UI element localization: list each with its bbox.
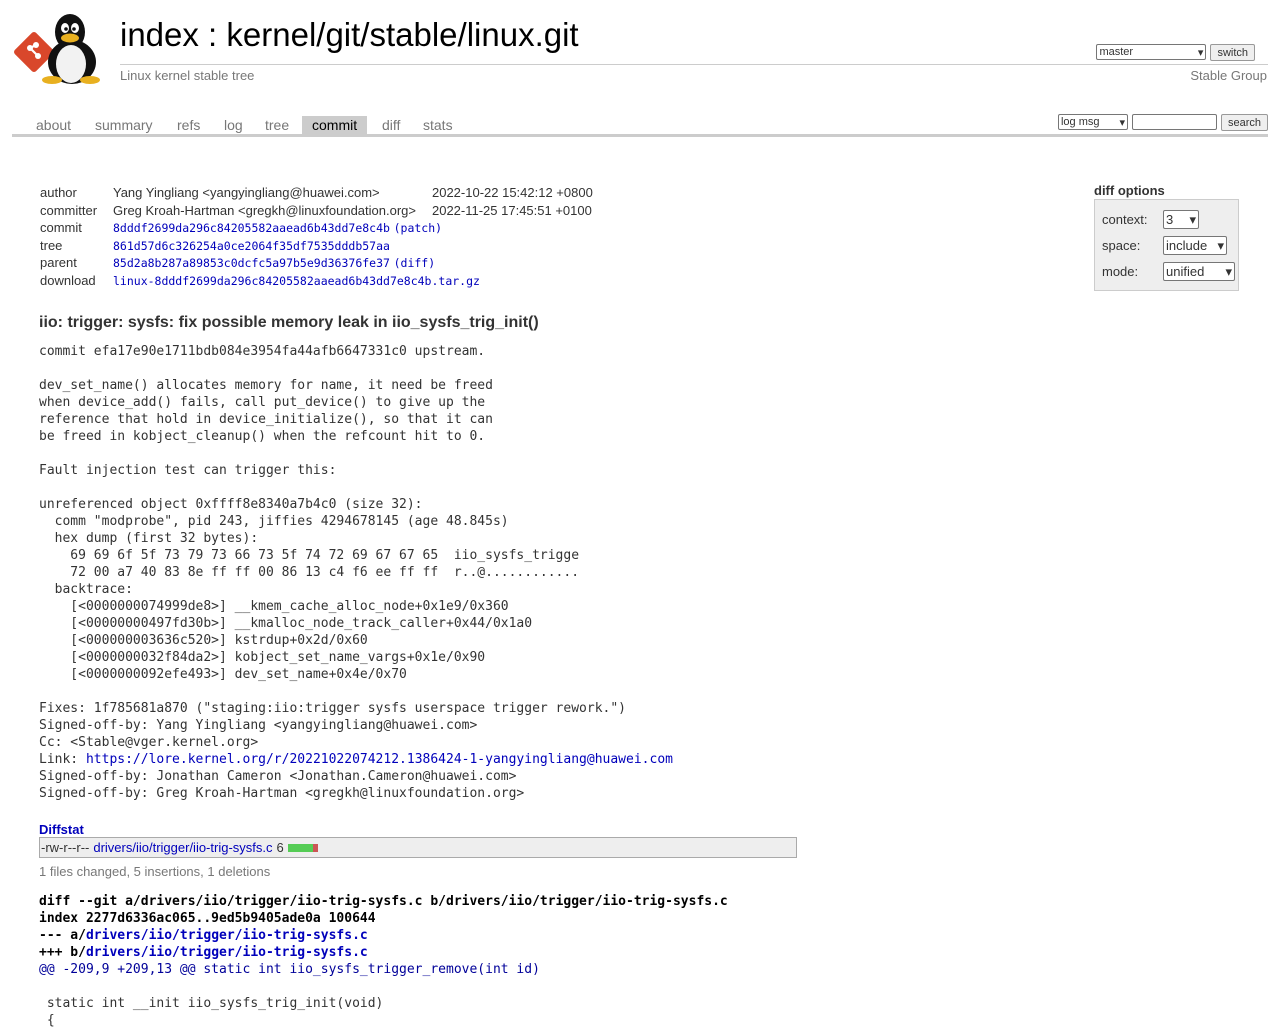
context-row: context: 3 ▾ bbox=[1102, 210, 1199, 229]
mode-value: unified bbox=[1166, 264, 1205, 279]
committer-label: committer bbox=[40, 202, 98, 218]
tab-tree[interactable]: tree bbox=[255, 116, 299, 134]
context-select[interactable]: 3 ▾ bbox=[1163, 210, 1199, 229]
diffstat-deletions-bar bbox=[312, 843, 318, 852]
commit-hash-link[interactable]: 8dddf2699da296c84205582aaead6b43dd7e8c4b bbox=[113, 221, 390, 235]
download-row: download linux-8dddf2699da296c84205582aa… bbox=[40, 272, 593, 290]
diffstat-table: -rw-r--r-- drivers/iio/trigger/iio-trig-… bbox=[39, 837, 797, 858]
diffstat-header[interactable]: Diffstat bbox=[39, 822, 84, 837]
chevron-down-icon: ▾ bbox=[1119, 116, 1125, 129]
search-button[interactable]: search bbox=[1220, 114, 1268, 131]
diff-minus-file-link[interactable]: drivers/iio/trigger/iio-trig-sysfs.c bbox=[86, 928, 368, 943]
branch-switch-form: master ▾ switch bbox=[1096, 44, 1255, 61]
diffstat-summary: 1 files changed, 5 insertions, 1 deletio… bbox=[39, 864, 271, 879]
tree-row: tree 861d57d6c326254a0ce2064f35df7535ddd… bbox=[40, 237, 593, 255]
tab-diff[interactable]: diff bbox=[372, 116, 410, 134]
lore-link[interactable]: https://lore.kernel.org/r/20221022074212… bbox=[86, 752, 673, 767]
repo-title[interactable]: index : kernel/git/stable/linux.git bbox=[120, 16, 579, 54]
patch-link[interactable]: patch bbox=[401, 221, 436, 235]
search-scope-value: log msg bbox=[1060, 116, 1100, 128]
diff-options-title: diff options bbox=[1094, 183, 1165, 198]
committer-row: committer Greg Kroah-Hartman <gregkh@lin… bbox=[40, 202, 593, 220]
author-value: Yang Yingliang <yangyingliang@huawei.com… bbox=[113, 185, 380, 201]
tab-log[interactable]: log bbox=[214, 116, 253, 134]
diffstat-insertions-bar bbox=[287, 843, 313, 852]
cgit-logo[interactable] bbox=[14, 12, 109, 84]
author-label: author bbox=[40, 185, 77, 201]
repo-owner: Stable Group bbox=[1190, 68, 1267, 83]
commit-info: author Yang Yingliang <yangyingliang@hua… bbox=[40, 184, 593, 289]
commit-message-tail: Signed-off-by: Jonathan Cameron <Jonatha… bbox=[39, 769, 525, 801]
parent-diff-link[interactable]: diff bbox=[401, 256, 429, 270]
chevron-down-icon: ▾ bbox=[1189, 211, 1196, 227]
tree-label: tree bbox=[40, 237, 63, 253]
tab-refs[interactable]: refs bbox=[167, 116, 210, 134]
commit-row: commit 8dddf2699da296c84205582aaead6b43d… bbox=[40, 219, 593, 237]
context-label: context: bbox=[1102, 212, 1148, 227]
diff-view: diff --git a/drivers/iio/trigger/iio-tri… bbox=[39, 893, 728, 1029]
chevron-down-icon: ▾ bbox=[1225, 263, 1232, 279]
diff-context-line: { bbox=[39, 1013, 55, 1028]
commit-message: commit efa17e90e1711bdb084e3954fa44afb66… bbox=[39, 343, 673, 802]
diffstat-graph bbox=[287, 843, 318, 852]
branch-select[interactable]: master ▾ bbox=[1096, 44, 1207, 60]
diff-options-box: context: 3 ▾ space: include ▾ mode: unif… bbox=[1094, 199, 1239, 291]
diff-minus-line: --- a/drivers/iio/trigger/iio-trig-sysfs… bbox=[39, 927, 728, 944]
branch-select-value: master bbox=[1099, 46, 1134, 58]
committer-value: Greg Kroah-Hartman <gregkh@linuxfoundati… bbox=[113, 202, 416, 218]
repo-description: Linux kernel stable tree bbox=[120, 68, 255, 83]
mode-select[interactable]: unified ▾ bbox=[1163, 262, 1235, 281]
chevron-down-icon: ▾ bbox=[1217, 237, 1224, 253]
diff-options-panel: diff options context: 3 ▾ space: include… bbox=[1094, 183, 1239, 291]
download-label: download bbox=[40, 272, 96, 288]
tab-summary[interactable]: summary bbox=[85, 116, 163, 134]
search-input[interactable] bbox=[1131, 114, 1217, 130]
link-prefix: Link: bbox=[39, 752, 86, 767]
author-row: author Yang Yingliang <yangyingliang@hua… bbox=[40, 184, 593, 202]
commit-message-body: commit efa17e90e1711bdb084e3954fa44afb66… bbox=[39, 344, 626, 750]
diff-plus-file-link[interactable]: drivers/iio/trigger/iio-trig-sysfs.c bbox=[86, 945, 368, 960]
header-divider bbox=[120, 64, 1268, 65]
diffstat-file-link[interactable]: drivers/iio/trigger/iio-trig-sysfs.c bbox=[93, 840, 272, 855]
search-form: log msg ▾ search bbox=[1057, 114, 1268, 131]
switch-button[interactable]: switch bbox=[1210, 44, 1255, 61]
tree-hash-link[interactable]: 861d57d6c326254a0ce2064f35df7535dddb57aa bbox=[113, 239, 390, 253]
diff-plus-prefix: +++ b/ bbox=[39, 945, 86, 960]
mode-row: mode: unified ▾ bbox=[1102, 262, 1235, 281]
diff-plus-line: +++ b/drivers/iio/trigger/iio-trig-sysfs… bbox=[39, 944, 728, 961]
parent-label: parent bbox=[40, 255, 77, 271]
author-date: 2022-10-22 15:42:12 +0800 bbox=[431, 185, 593, 201]
commit-subject: iio: trigger: sysfs: fix possible memory… bbox=[39, 314, 539, 331]
tab-about[interactable]: about bbox=[26, 116, 81, 134]
parent-row: parent 85d2a8b287a89853c0dcfc5a97b5e9d36… bbox=[40, 254, 593, 272]
file-mode: -rw-r--r-- bbox=[41, 840, 90, 855]
space-value: include bbox=[1166, 238, 1208, 253]
diff-context-line bbox=[39, 978, 728, 995]
tab-stats[interactable]: stats bbox=[413, 116, 463, 134]
parent-hash-link[interactable]: 85d2a8b287a89853c0dcfc5a97b5e9d36376fe37 bbox=[113, 256, 390, 270]
diff-context-line: static int __init iio_sysfs_trig_init(vo… bbox=[39, 996, 384, 1011]
context-value: 3 bbox=[1166, 212, 1174, 227]
space-select[interactable]: include ▾ bbox=[1163, 236, 1227, 255]
tab-commit[interactable]: commit bbox=[302, 116, 368, 134]
space-label: space: bbox=[1102, 238, 1141, 253]
patch-link-wrapper: (patch) bbox=[393, 221, 443, 236]
diff-hunk-header: @@ -209,9 +209,13 @@ static int iio_sysf… bbox=[39, 962, 540, 977]
committer-date: 2022-11-25 17:45:51 +0100 bbox=[431, 202, 592, 218]
download-link[interactable]: linux-8dddf2699da296c84205582aaead6b43dd… bbox=[113, 274, 480, 288]
diffstat-count: 6 bbox=[276, 840, 284, 855]
parent-diff-wrapper: (diff) bbox=[393, 256, 436, 271]
commit-label: commit bbox=[40, 220, 82, 236]
chevron-down-icon: ▾ bbox=[1197, 46, 1204, 59]
space-row: space: include ▾ bbox=[1102, 236, 1227, 255]
diff-minus-prefix: --- a/ bbox=[39, 928, 86, 943]
diff-git-line: diff --git a/drivers/iio/trigger/iio-tri… bbox=[39, 894, 728, 909]
diff-index-line: index 2277d6336ac065..9ed5b9405ade0a 100… bbox=[39, 911, 376, 926]
search-scope-select[interactable]: log msg ▾ bbox=[1057, 114, 1128, 130]
mode-label: mode: bbox=[1102, 264, 1139, 279]
